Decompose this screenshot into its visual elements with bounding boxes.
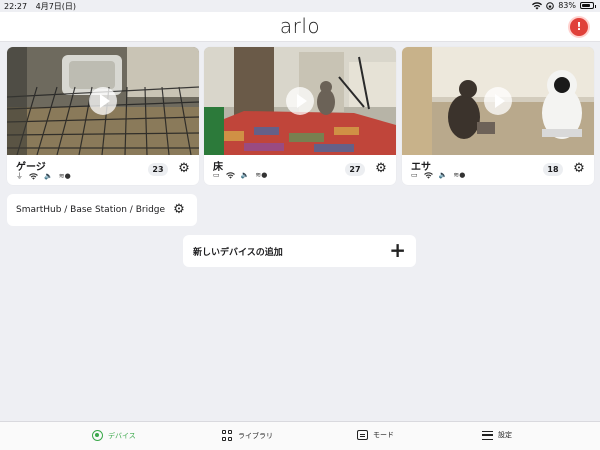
smarthub-label: SmartHub / Base Station / Bridge: [16, 205, 166, 215]
speaker-muted-icon: 🔈: [240, 171, 250, 179]
tab-settings[interactable]: 設定: [482, 430, 512, 440]
play-button[interactable]: [484, 87, 512, 115]
gear-icon[interactable]: ⚙: [572, 162, 586, 176]
motion-detect-icon: ≋●: [453, 171, 466, 179]
status-bar: 22:27 4月7日(日) 83%: [0, 0, 600, 12]
wifi-signal-icon: [29, 172, 38, 180]
speaker-muted-icon: 🔈: [438, 171, 448, 179]
motion-detect-icon: ≋●: [58, 172, 71, 180]
wifi-signal-icon: [225, 171, 235, 179]
motion-detect-icon: ≋●: [255, 171, 268, 179]
power-plug-icon: ⏚: [16, 172, 23, 180]
camera-card[interactable]: ゲージ ⏚ 🔈 ≋● 23 ⚙: [7, 47, 199, 185]
recording-count-badge[interactable]: 18: [543, 163, 563, 176]
recording-count-badge[interactable]: 27: [345, 163, 365, 176]
camera-thumbnail[interactable]: [204, 47, 396, 155]
tab-mode-label: モード: [373, 431, 394, 439]
wifi-icon: [532, 1, 543, 9]
speaker-muted-icon: 🔈: [44, 172, 53, 180]
settings-menu-icon: [482, 430, 493, 440]
battery-percent: 83%: [558, 1, 576, 10]
camera-status-icons: ⏚ 🔈 ≋●: [16, 171, 71, 181]
add-device-button[interactable]: 新しいデバイスの追加 +: [183, 235, 416, 267]
plus-icon: +: [389, 238, 406, 262]
tab-library[interactable]: ライブラリ: [222, 430, 273, 441]
play-button[interactable]: [286, 87, 314, 115]
battery-level: [582, 4, 591, 7]
alert-icon[interactable]: !: [570, 18, 588, 36]
gear-icon[interactable]: ⚙: [374, 162, 388, 176]
mode-icon: [357, 430, 368, 440]
status-date: 4月7日(日): [35, 2, 77, 11]
gear-icon[interactable]: ⚙: [172, 203, 186, 217]
devices-icon: [92, 430, 103, 441]
arlo-logo: arlo: [279, 14, 321, 38]
camera-thumbnail[interactable]: [7, 47, 199, 155]
battery-status-icon: ▭: [213, 171, 220, 179]
play-button[interactable]: [89, 87, 117, 115]
orientation-lock-icon: [546, 1, 555, 10]
camera-card[interactable]: 床 ▭ 🔈 ≋● 27 ⚙: [204, 47, 396, 185]
tab-mode[interactable]: モード: [357, 430, 394, 440]
tab-settings-label: 設定: [498, 431, 512, 439]
gear-icon[interactable]: ⚙: [177, 162, 191, 176]
battery-icon: [580, 2, 596, 9]
recording-count-badge[interactable]: 23: [148, 163, 168, 176]
tab-devices[interactable]: デバイス: [92, 430, 136, 441]
status-time: 22:27: [4, 2, 28, 11]
battery-status-icon: ▭: [411, 171, 418, 179]
smarthub-row[interactable]: SmartHub / Base Station / Bridge ⚙: [7, 194, 197, 226]
app-header: arlo !: [0, 12, 600, 42]
camera-card[interactable]: エサ ▭ 🔈 ≋● 18 ⚙: [402, 47, 594, 185]
tab-devices-label: デバイス: [108, 431, 136, 440]
bottom-tab-bar: デバイス ライブラリ モード 設定: [0, 421, 600, 450]
add-device-label: 新しいデバイスの追加: [193, 248, 283, 258]
camera-status-icons: ▭ 🔈 ≋●: [411, 171, 465, 179]
tab-library-label: ライブラリ: [238, 431, 273, 440]
wifi-signal-icon: [423, 171, 433, 179]
library-grid-icon: [222, 430, 233, 441]
camera-thumbnail[interactable]: [402, 47, 594, 155]
camera-status-icons: ▭ 🔈 ≋●: [213, 171, 267, 179]
